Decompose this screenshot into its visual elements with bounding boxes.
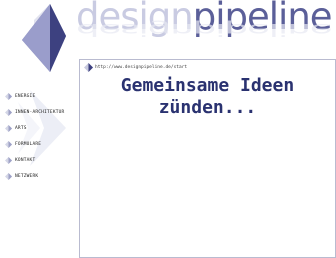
url-bar: http://www.designpipeline.de/start <box>84 63 187 72</box>
nav-item-label: KONTAKT <box>15 157 36 163</box>
diamond-bullet-icon <box>4 124 12 132</box>
diamond-bullet-icon <box>4 172 12 180</box>
diamond-bullet-icon <box>4 92 12 100</box>
nav-item-energie[interactable]: ENERGIE <box>4 88 64 104</box>
nav-item-kontakt[interactable]: KONTAKT <box>4 152 64 168</box>
url-link[interactable]: http://www.designpipeline.de/start <box>95 65 187 70</box>
content-panel: http://www.designpipeline.de/start Gemei… <box>79 59 336 258</box>
nav-item-label: ARTS <box>15 125 27 131</box>
diamond-url-icon <box>84 63 93 72</box>
brand-reflection: designpipeline <box>76 20 332 40</box>
diamond-bullet-icon <box>4 108 12 116</box>
diamond-bullet-icon <box>4 156 12 164</box>
nav-item-innen-architektur[interactable]: INNEN-ARCHITEKTUR <box>4 104 64 120</box>
nav-item-label: NETZWERK <box>15 173 39 179</box>
nav-item-formulare[interactable]: FORMULARE <box>4 136 64 152</box>
nav-item-netzwerk[interactable]: NETZWERK <box>4 168 64 184</box>
page-headline: Gemeinsame Ideen zünden... <box>80 75 335 119</box>
nav-item-arts[interactable]: ARTS <box>4 120 64 136</box>
logo-diamond-icon <box>22 4 66 72</box>
sidebar-nav: ENERGIE INNEN-ARCHITEKTUR ARTS FORMULARE… <box>4 88 64 184</box>
nav-item-label: INNEN-ARCHITEKTUR <box>15 109 65 115</box>
headline-line-1: Gemeinsame Ideen <box>120 75 295 96</box>
nav-item-label: ENERGIE <box>15 93 36 99</box>
nav-item-label: FORMULARE <box>15 141 42 147</box>
headline-line-2: zünden... <box>158 97 257 118</box>
diamond-bullet-icon <box>4 140 12 148</box>
